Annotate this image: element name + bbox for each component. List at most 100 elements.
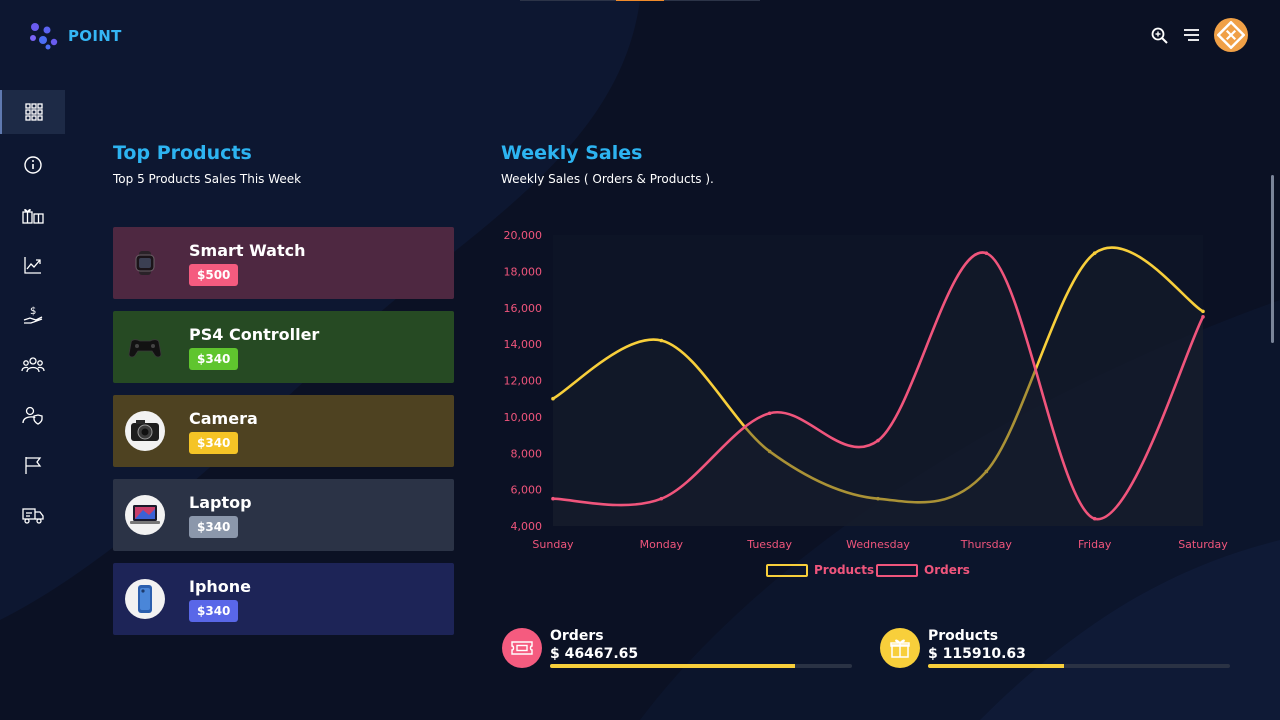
product-card-smart-watch[interactable]: Smart Watch $500	[113, 227, 454, 299]
data-point-orders	[1201, 315, 1205, 319]
price-badge: $340	[189, 431, 239, 454]
zoom-icon[interactable]	[1150, 26, 1168, 44]
stat-label: Orders	[550, 628, 604, 644]
top-products-subtitle: Top 5 Products Sales This Week	[113, 172, 302, 186]
x-tick-label: Sunday	[532, 538, 574, 551]
stat-progress-fill	[928, 664, 1064, 668]
users-icon	[20, 357, 45, 373]
y-tick-label: 4,000	[511, 520, 543, 533]
user-shield-icon	[21, 406, 43, 425]
product-name: Camera	[189, 408, 258, 428]
weekly-sales-title: Weekly Sales	[501, 142, 643, 164]
menu-icon[interactable]	[1182, 26, 1200, 44]
x-tick-label: Wednesday	[846, 538, 910, 551]
product-card-ps4-controller[interactable]: PS4 Controller $340	[113, 311, 454, 383]
flag-icon	[24, 457, 41, 474]
data-point-orders	[659, 496, 664, 501]
stat-value: $ 46467.65	[550, 646, 639, 662]
y-tick-label: 16,000	[504, 302, 543, 315]
legend-label: Orders	[924, 563, 970, 577]
data-point-orders	[984, 251, 989, 255]
product-card-camera[interactable]: Camera $340	[113, 395, 454, 467]
x-tick-label: Thursday	[960, 538, 1013, 551]
truck-icon	[21, 508, 44, 524]
sidebar-item-analytics[interactable]	[0, 240, 65, 290]
app-name: POINT	[68, 27, 122, 45]
y-tick-label: 12,000	[504, 375, 543, 388]
data-point-products	[659, 338, 664, 343]
stat-products: Products $ 115910.63	[880, 628, 1230, 668]
brand-logo-icon	[1217, 21, 1245, 49]
sidebar-item-gifts[interactable]	[0, 190, 65, 240]
camera-icon	[125, 411, 165, 451]
data-point-products	[1092, 251, 1097, 255]
data-point-orders	[1092, 516, 1097, 521]
weekly-sales-subtitle: Weekly Sales ( Orders & Products ).	[501, 172, 714, 186]
stat-label: Products	[928, 628, 999, 644]
sidebar-item-dashboard[interactable]	[0, 90, 65, 134]
svg-text:$: $	[30, 306, 36, 317]
gift-icon	[880, 628, 920, 668]
product-card-iphone[interactable]: Iphone $340	[113, 563, 454, 635]
stat-orders: Orders $ 46467.65	[502, 628, 852, 668]
legend-label: Products	[814, 563, 874, 577]
data-point-orders	[551, 496, 555, 501]
stat-value: $ 115910.63	[928, 646, 1026, 662]
product-name: Laptop	[189, 492, 252, 512]
price-badge: $340	[189, 515, 239, 538]
sidebar-item-payments[interactable]: $	[0, 290, 65, 340]
watch-icon	[125, 243, 165, 283]
stat-progress-track	[550, 664, 852, 668]
chart-svg: 20,000 18,000 16,000 14,000 12,000 10,000 8,00…	[504, 229, 1228, 577]
x-tick-label: Tuesday	[746, 538, 792, 551]
weekly-sales-chart: 20,000 18,000 16,000 14,000 12,000 10,000 8,00…	[500, 220, 1240, 590]
logo-icon	[30, 23, 58, 50]
x-tick-label: Friday	[1078, 538, 1112, 551]
price-badge: $500	[189, 263, 239, 286]
info-icon	[23, 156, 42, 174]
gifts-icon	[21, 209, 44, 224]
x-tick-label: Monday	[640, 538, 684, 551]
data-point-products	[1201, 309, 1205, 314]
price-badge: $340	[189, 599, 239, 622]
sidebar-item-delivery[interactable]	[0, 490, 65, 540]
header-actions	[1150, 18, 1248, 52]
stat-progress-fill	[550, 664, 795, 668]
legend-item-orders[interactable]: Orders	[876, 563, 970, 577]
y-tick-label: 6,000	[511, 484, 543, 497]
product-name: PS4 Controller	[189, 324, 320, 344]
avatar[interactable]	[1214, 18, 1248, 52]
dollar-hand-icon: $	[23, 306, 42, 324]
y-tick-label: 14,000	[504, 338, 543, 351]
data-point-orders	[876, 438, 880, 443]
sidebar: $	[0, 90, 65, 540]
grid-icon	[24, 103, 43, 121]
product-card-laptop[interactable]: Laptop $340	[113, 479, 454, 551]
page-scrollbar[interactable]	[1271, 175, 1274, 343]
sidebar-item-users[interactable]	[0, 340, 65, 390]
product-name: Smart Watch	[189, 240, 306, 260]
ticket-icon	[502, 628, 542, 668]
top-products-list: Smart Watch $500 PS4 Controller $340 Cam…	[113, 227, 454, 647]
top-products-title: Top Products	[113, 142, 252, 164]
top-divider-accent	[616, 0, 664, 1]
data-point-products	[551, 396, 555, 401]
phone-icon	[125, 579, 165, 619]
data-point-orders	[767, 411, 772, 416]
price-badge: $340	[189, 347, 239, 370]
x-tick-label: Saturday	[1178, 538, 1228, 551]
legend-item-products[interactable]: Products	[766, 563, 874, 577]
sidebar-item-info[interactable]	[0, 140, 65, 190]
y-tick-label: 8,000	[511, 447, 543, 460]
sidebar-item-reports[interactable]	[0, 440, 65, 490]
y-tick-label: 20,000	[504, 229, 543, 242]
y-tick-label: 18,000	[504, 265, 543, 278]
laptop-icon	[125, 495, 165, 535]
y-tick-label: 10,000	[504, 411, 543, 424]
sidebar-item-security[interactable]	[0, 390, 65, 440]
gamepad-icon	[125, 327, 165, 367]
trend-icon	[23, 257, 41, 274]
stat-progress-track	[928, 664, 1230, 668]
app-logo[interactable]: POINT	[28, 22, 122, 50]
product-name: Iphone	[189, 576, 252, 596]
